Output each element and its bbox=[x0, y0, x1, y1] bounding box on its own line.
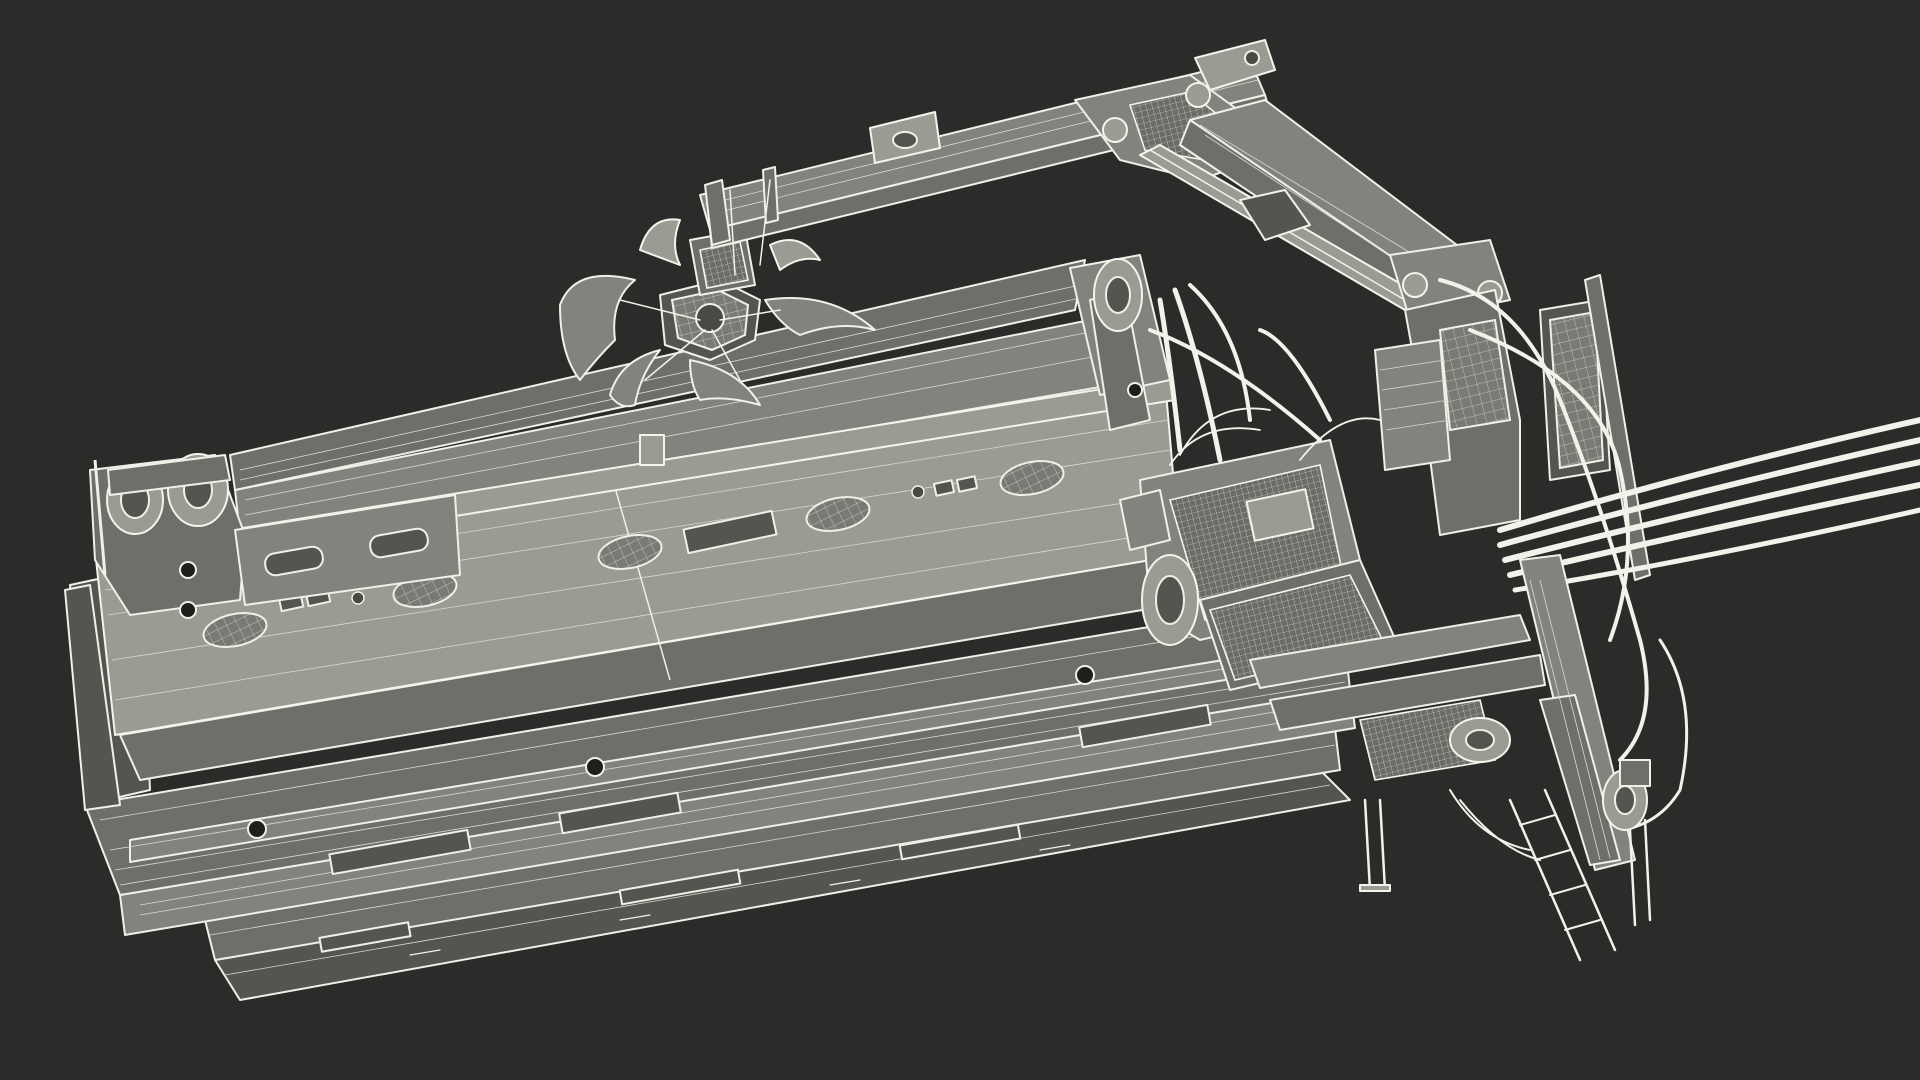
render-viewport bbox=[0, 0, 1920, 1080]
wireframe-loader-crane-render bbox=[64, 39, 1920, 1001]
crane-knuckle-arm bbox=[1139, 99, 1511, 331]
